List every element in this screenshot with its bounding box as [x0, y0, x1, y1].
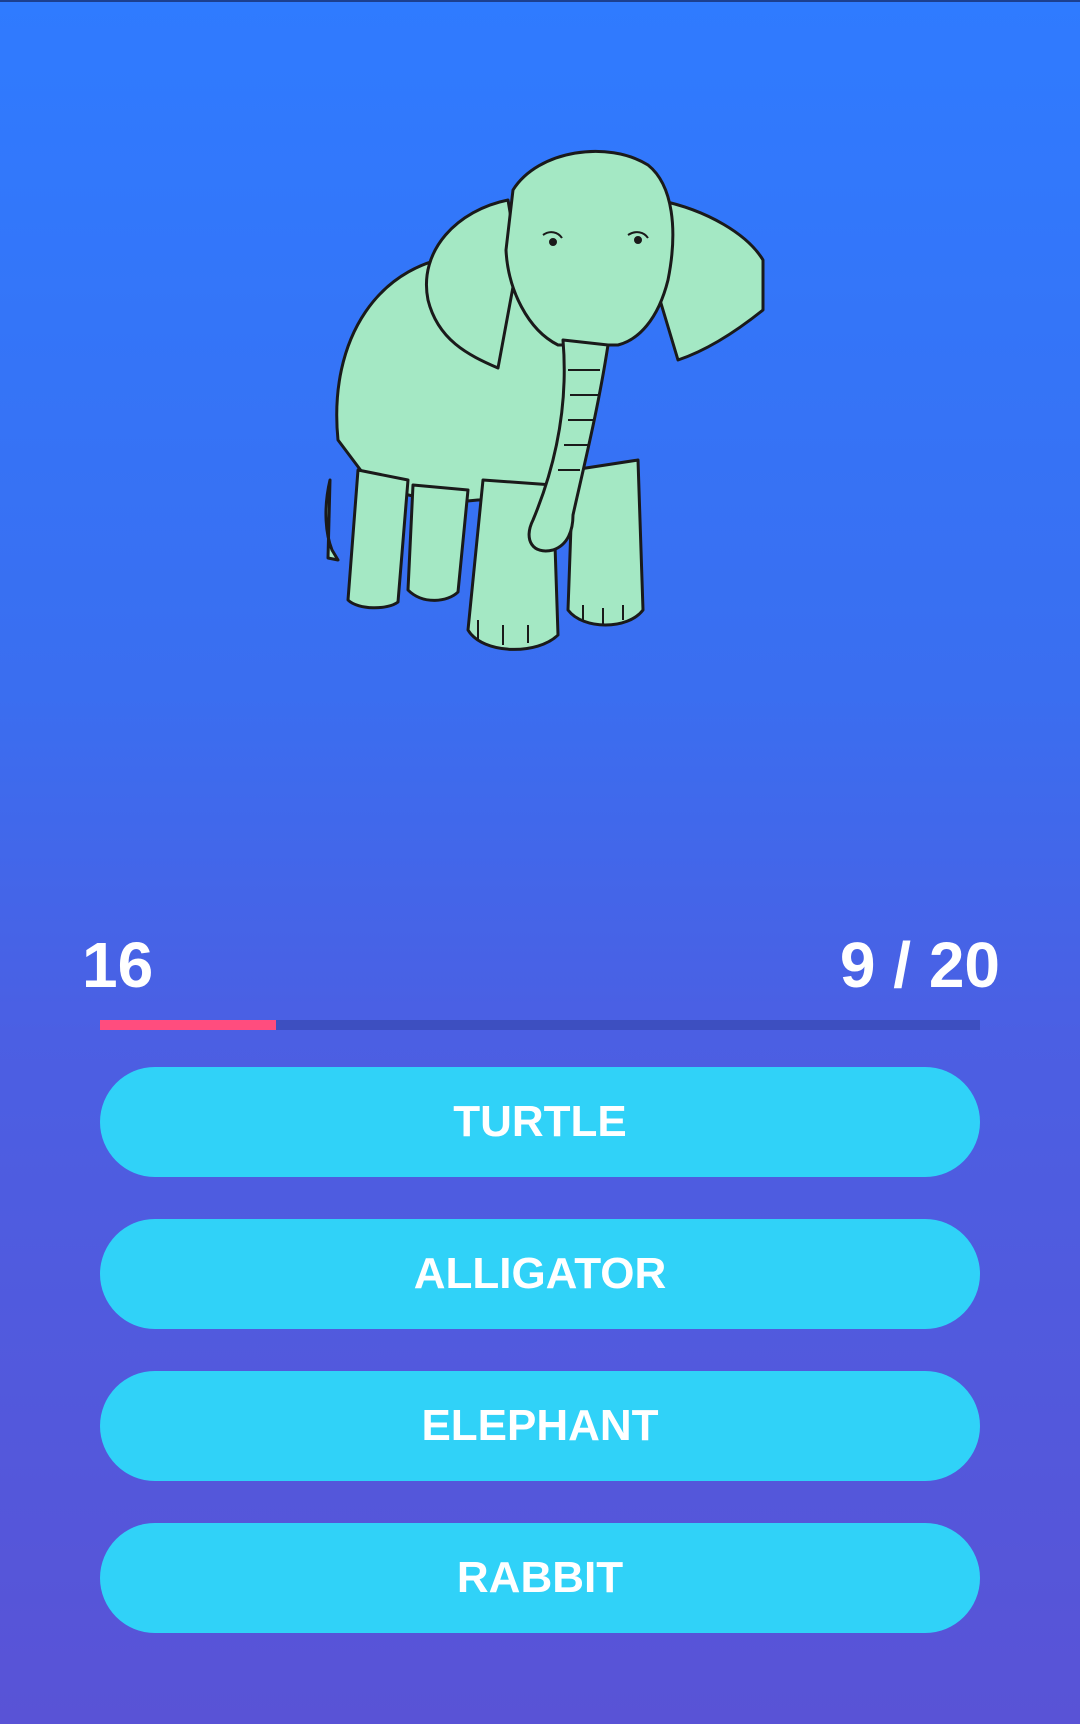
answer-options: TURTLE ALLIGATOR ELEPHANT RABBIT	[100, 1067, 980, 1675]
progress-bar	[100, 1020, 980, 1030]
answer-button-rabbit[interactable]: RABBIT	[100, 1523, 980, 1633]
score-value: 16	[82, 929, 154, 1001]
answer-button-turtle[interactable]: TURTLE	[100, 1067, 980, 1177]
answer-button-alligator[interactable]: ALLIGATOR	[100, 1219, 980, 1329]
elephant-picture	[318, 140, 768, 680]
progress-bar-fill	[100, 1020, 276, 1030]
question-progress-label: 9 / 20	[839, 929, 1000, 1001]
top-divider	[0, 0, 1080, 2]
answer-button-elephant[interactable]: ELEPHANT	[100, 1371, 980, 1481]
elephant-icon	[324, 149, 765, 651]
